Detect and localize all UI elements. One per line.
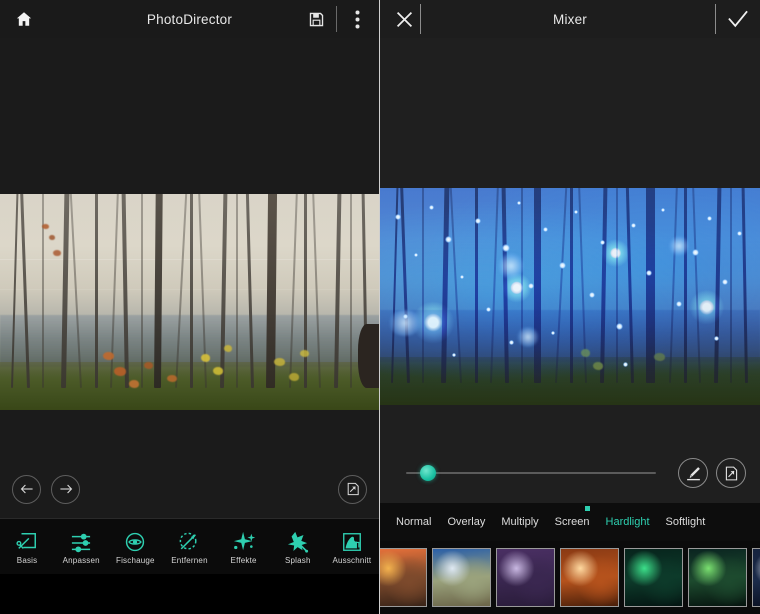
sliders-icon xyxy=(70,529,92,553)
blend-mode-row: Normal Overlay Multiply Screen Hardlight… xyxy=(380,503,760,541)
mixer-control-bar xyxy=(380,443,760,503)
overlay-thumb-night-moon[interactable] xyxy=(752,548,760,607)
overlay-thumb-green-aurora-2[interactable] xyxy=(688,548,747,607)
eraser-mask-icon[interactable] xyxy=(716,458,746,488)
blend-mode-screen[interactable]: Screen xyxy=(547,516,598,528)
tool-label: Splash xyxy=(285,556,311,565)
mixer-header: Mixer xyxy=(380,0,760,38)
blend-mode-normal[interactable]: Normal xyxy=(388,516,439,528)
overlay-thumb-blue-clouds[interactable] xyxy=(432,548,491,607)
editor-panel: PhotoDirector xyxy=(0,0,380,614)
overlay-thumb-image xyxy=(689,549,746,606)
overlay-thumb-image xyxy=(497,549,554,606)
mixer-header-divider-left xyxy=(420,4,421,34)
cutout-icon xyxy=(341,529,363,553)
tool-label: Fischauge xyxy=(116,556,155,565)
tool-entfernen[interactable]: Entfernen xyxy=(162,519,216,574)
editor-header: PhotoDirector xyxy=(0,0,379,38)
home-icon[interactable] xyxy=(10,4,38,34)
overlay-thumb-orange-lightning[interactable] xyxy=(560,548,619,607)
header-divider xyxy=(336,6,337,32)
tool-label: Anpassen xyxy=(63,556,100,565)
fisheye-icon xyxy=(124,529,146,553)
blend-mode-hardlight[interactable]: Hardlight xyxy=(598,516,658,528)
tool-label: Ausschnitt xyxy=(332,556,371,565)
selected-blend-indicator xyxy=(585,506,590,511)
blend-mode-softlight[interactable]: Softlight xyxy=(658,516,714,528)
checkmark-icon[interactable] xyxy=(724,4,752,34)
tool-fischauge[interactable]: Fischauge xyxy=(108,519,162,574)
overlay-thumb-purple-lightning[interactable] xyxy=(496,548,555,607)
mixer-header-divider-right xyxy=(715,4,716,34)
tool-label: Effekte xyxy=(231,556,257,565)
editor-action-bar xyxy=(0,460,379,518)
blend-mode-overlay[interactable]: Overlay xyxy=(439,516,493,528)
tool-anpassen[interactable]: Anpassen xyxy=(54,519,108,574)
crop-scissors-icon xyxy=(16,529,38,553)
tool-ausschnitt[interactable]: Ausschnitt xyxy=(325,519,379,574)
close-x-icon[interactable] xyxy=(390,4,418,34)
brush-icon[interactable] xyxy=(678,458,708,488)
tool-splash[interactable]: Splash xyxy=(271,519,325,574)
photodirector-screen: PhotoDirector xyxy=(0,0,760,614)
mixer-photo-canvas[interactable] xyxy=(380,38,760,443)
overlay-thumb-image xyxy=(625,549,682,606)
overlay-thumb-image xyxy=(380,549,426,606)
remove-object-icon xyxy=(178,529,200,553)
overlay-thumb-sunset-stripes[interactable] xyxy=(380,548,427,607)
slider-thumb[interactable] xyxy=(420,465,436,481)
sparkle-effects-icon xyxy=(232,529,256,553)
tool-effekte[interactable]: Effekte xyxy=(217,519,271,574)
redo-arrow-icon[interactable] xyxy=(51,475,80,504)
mixed-photo xyxy=(380,188,760,405)
tool-basis[interactable]: Basis xyxy=(0,519,54,574)
compare-original-icon[interactable] xyxy=(338,475,367,504)
original-photo-canvas[interactable] xyxy=(0,38,379,518)
blend-mode-multiply[interactable]: Multiply xyxy=(493,516,546,528)
overlay-thumb-green-aurora-1[interactable] xyxy=(624,548,683,607)
overlay-thumbnail-strip[interactable] xyxy=(380,541,760,614)
mixer-panel: Mixer xyxy=(380,0,760,614)
tool-label: Entfernen xyxy=(171,556,208,565)
mixer-title: Mixer xyxy=(380,12,760,27)
opacity-slider[interactable] xyxy=(394,463,656,483)
tool-label: Basis xyxy=(17,556,38,565)
overflow-menu-icon[interactable] xyxy=(343,4,371,34)
undo-arrow-icon[interactable] xyxy=(12,475,41,504)
overlay-thumb-image xyxy=(561,549,618,606)
editor-toolbar: Basis Anpassen xyxy=(0,518,379,574)
overlay-thumb-image xyxy=(753,549,760,606)
save-icon[interactable] xyxy=(302,4,330,34)
slider-track xyxy=(406,472,656,474)
overlay-thumb-image xyxy=(433,549,490,606)
star-particles xyxy=(380,188,760,405)
color-splash-icon xyxy=(286,529,310,553)
original-photo xyxy=(0,194,379,410)
